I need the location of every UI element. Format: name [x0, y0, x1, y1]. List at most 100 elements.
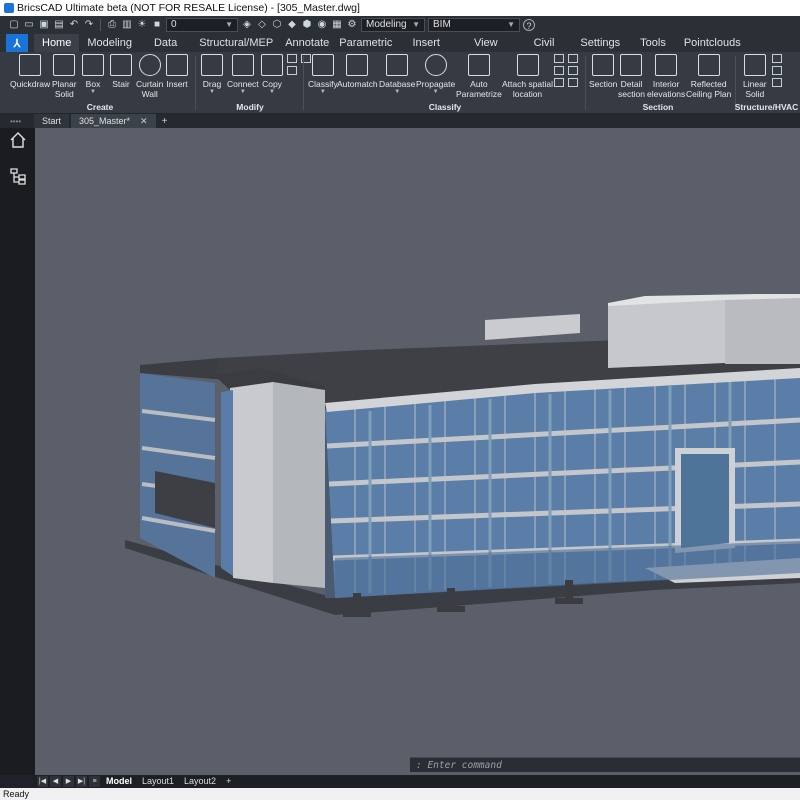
layer-dropdown[interactable]: 0 ▼	[166, 18, 238, 32]
last-layout-icon[interactable]: ▶|	[76, 776, 87, 787]
planar-solid-icon	[53, 54, 76, 76]
tab-view[interactable]: View	[454, 34, 518, 52]
bricscad-logo-icon	[4, 3, 14, 13]
home-icon[interactable]	[8, 130, 28, 150]
layer-light-icon[interactable]: ☀	[136, 19, 148, 31]
planar-solid-button[interactable]: Planar Solid	[52, 52, 77, 99]
grid-tool-icon[interactable]	[554, 54, 564, 63]
layout-list-icon[interactable]: ≡	[89, 776, 100, 787]
interior-elevations-button[interactable]: Interior elevations	[647, 52, 685, 99]
interior-elevations-label: Interior elevations	[647, 79, 686, 99]
new-tab-icon[interactable]: +	[162, 116, 168, 127]
undo-icon[interactable]: ↶	[68, 19, 80, 31]
layer-state-icon[interactable]: ◈	[241, 19, 253, 31]
classify-label: Classify	[308, 79, 338, 89]
structure-small-tools	[772, 54, 783, 87]
command-line[interactable]: : Enter command	[410, 757, 800, 772]
table-tool-icon[interactable]	[554, 66, 564, 75]
display-icon[interactable]: ▦	[331, 19, 343, 31]
tab-settings[interactable]: Settings	[570, 34, 630, 52]
copy-button[interactable]: Copy ▼	[261, 52, 283, 95]
chevron-down-icon: ▼	[225, 20, 233, 29]
connect-button[interactable]: Connect ▼	[227, 52, 259, 95]
reflected-ceiling-plan-button[interactable]: Reflected Ceiling Plan	[686, 52, 731, 99]
quickdraw-icon	[19, 54, 42, 76]
model-viewport[interactable]	[35, 128, 800, 775]
column-tool-icon[interactable]	[772, 66, 782, 75]
tab-305-master[interactable]: 305_Master* ✕	[71, 114, 156, 128]
settings-icon[interactable]: ⚙	[346, 19, 358, 31]
tab-layout1[interactable]: Layout1	[138, 775, 178, 788]
tab-home[interactable]: Home	[34, 34, 80, 52]
attach-spatial-location-button[interactable]: Attach spatial location	[502, 52, 553, 99]
tab-layout2[interactable]: Layout2	[180, 775, 220, 788]
propagate-button[interactable]: Propagate ▼	[416, 52, 455, 95]
stair-button[interactable]: Stair	[110, 52, 132, 89]
workspace-dropdown[interactable]: Modeling ▼	[361, 18, 425, 32]
duct-tool-icon[interactable]	[772, 78, 782, 87]
building-model	[125, 294, 800, 617]
close-icon[interactable]: ✕	[140, 114, 148, 128]
classify-icon	[311, 54, 334, 76]
shade-icon[interactable]: ◆	[286, 19, 298, 31]
save-as-icon[interactable]: ▤	[53, 19, 65, 31]
linear-solid-button[interactable]: Linear Solid	[743, 52, 767, 99]
add-layout-icon[interactable]: +	[222, 775, 235, 788]
tab-data[interactable]: Data	[140, 34, 191, 52]
redo-icon[interactable]: ↷	[83, 19, 95, 31]
quick-access-toolbar: ▢ ▭ ▣ ▤ ↶ ↷ ⎙ ▥ ☀ ■ 0 ▼ ◈ ◇ ⬡ ◆ ⬢ ◉ ▦ ⚙ …	[0, 16, 800, 34]
tab-start-label: Start	[42, 116, 62, 126]
connect-label: Connect	[227, 79, 259, 89]
render-icon[interactable]: ◉	[316, 19, 328, 31]
help-icon[interactable]: ?	[523, 19, 535, 31]
automatch-button[interactable]: Automatch	[337, 52, 378, 89]
move-tool-icon[interactable]	[287, 54, 297, 63]
tab-pointclouds[interactable]: Pointclouds	[676, 34, 749, 52]
tab-modeling[interactable]: Modeling	[79, 34, 140, 52]
tab-annotate[interactable]: Annotate	[281, 34, 333, 52]
rooftop-unit	[485, 314, 580, 340]
layer-tool-icon[interactable]	[554, 78, 564, 87]
mirror-tool-icon[interactable]	[287, 66, 297, 75]
structure-browser-icon[interactable]	[8, 166, 28, 186]
quickdraw-label: Quickdraw	[10, 79, 51, 89]
database-button[interactable]: Database ▼	[379, 52, 415, 95]
tab-structural-mep[interactable]: Structural/MEP	[191, 34, 281, 52]
visual-style-icon[interactable]: ◇	[256, 19, 268, 31]
save-icon[interactable]: ▣	[38, 19, 50, 31]
detail-section-button[interactable]: Detail section	[618, 52, 645, 99]
auto-parametrize-button[interactable]: Auto Parametrize	[456, 52, 502, 99]
open-file-icon[interactable]: ▭	[23, 19, 35, 31]
box-button[interactable]: Box ▼	[82, 52, 104, 95]
previous-layout-icon[interactable]: ◀	[50, 776, 61, 787]
profile-dropdown[interactable]: BIM ▼	[428, 18, 520, 32]
classify-button[interactable]: Classify ▼	[308, 52, 338, 95]
copy-label: Copy	[262, 79, 282, 89]
insert-button[interactable]: Insert	[166, 52, 188, 89]
drag-button[interactable]: Drag ▼	[201, 52, 223, 95]
plot-icon[interactable]: ⎙	[106, 19, 118, 31]
workspace-dropdown-value: Modeling	[366, 19, 407, 30]
next-layout-icon[interactable]: ▶	[63, 776, 74, 787]
tab-insert[interactable]: Insert	[398, 34, 454, 52]
tab-tools[interactable]: Tools	[630, 34, 676, 52]
curtain-wall-button[interactable]: Curtain Wall	[136, 52, 163, 99]
check-tool-icon[interactable]	[568, 66, 578, 75]
tab-parametric[interactable]: Parametric	[333, 34, 398, 52]
tab-model[interactable]: Model	[102, 775, 136, 788]
application-menu-button[interactable]: ⅄	[6, 34, 28, 52]
tab-start[interactable]: Start	[34, 114, 70, 128]
layer-freeze-icon[interactable]: ■	[151, 19, 163, 31]
new-file-icon[interactable]: ▢	[8, 19, 20, 31]
quickdraw-button[interactable]: Quickdraw	[10, 52, 50, 89]
option-tool-icon[interactable]	[568, 78, 578, 87]
wireframe-icon[interactable]: ⬢	[301, 19, 313, 31]
list-tool-icon[interactable]	[568, 54, 578, 63]
tab-civil[interactable]: Civil	[518, 34, 571, 52]
command-input[interactable]: : Enter command	[416, 760, 502, 771]
section-button[interactable]: Section	[589, 52, 617, 89]
first-layout-icon[interactable]: |◀	[37, 776, 48, 787]
print-icon[interactable]: ▥	[121, 19, 133, 31]
beam-tool-icon[interactable]	[772, 54, 782, 63]
view-cube-icon[interactable]: ⬡	[271, 19, 283, 31]
